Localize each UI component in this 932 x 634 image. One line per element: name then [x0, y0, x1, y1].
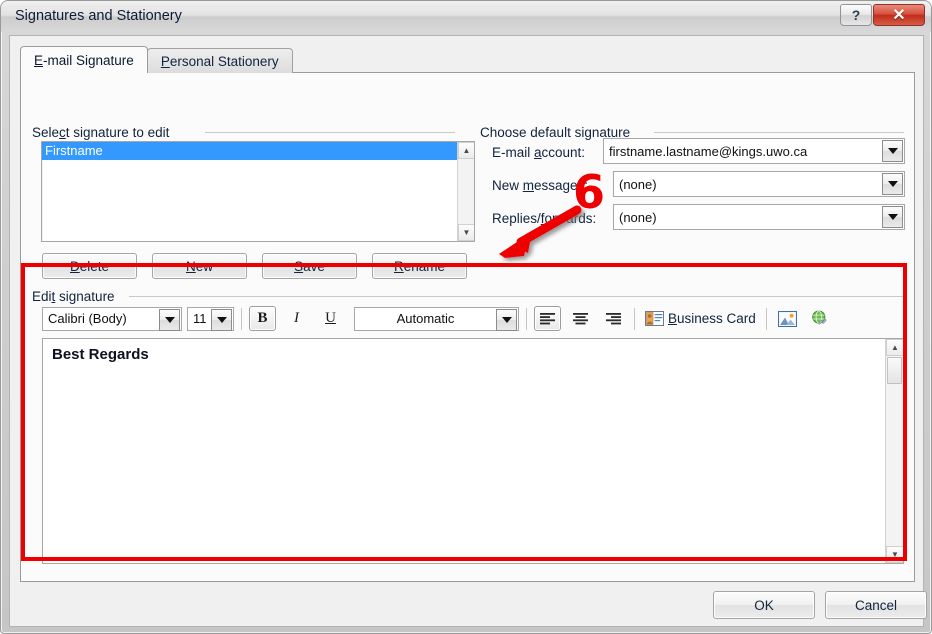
align-center-button[interactable] [567, 306, 594, 331]
font-size-dropdown-button[interactable] [211, 308, 232, 331]
default-signature-group-rule [654, 132, 904, 133]
save-signature-label: Save [294, 258, 325, 274]
underline-button[interactable]: U [317, 306, 344, 331]
tab-personal-stationery-label: Personal Stationery [160, 53, 279, 69]
tab-email-signature-label: E-mail Signature [34, 52, 134, 68]
font-color-dropdown-button[interactable] [496, 308, 517, 331]
scroll-down-icon[interactable]: ▼ [886, 546, 903, 563]
new-signature-button[interactable]: New [152, 253, 247, 279]
font-name-dropdown-button[interactable] [159, 308, 180, 331]
font-name-value: Calibri (Body) [48, 311, 127, 326]
scrollbar-thumb[interactable] [887, 357, 902, 384]
toolbar-separator [634, 307, 635, 330]
insert-picture-icon [777, 310, 797, 327]
select-signature-group-label: Select signature to edit [32, 125, 170, 140]
business-card-button[interactable]: Business Card [642, 307, 759, 331]
tab-panel-email-signature: Select signature to edit Firstname ▲ ▼ D… [20, 72, 915, 582]
insert-picture-button[interactable] [774, 306, 801, 331]
scroll-up-icon[interactable]: ▲ [886, 339, 903, 356]
font-name-combo[interactable]: Calibri (Body) [42, 306, 182, 331]
help-button[interactable]: ? [840, 4, 872, 26]
edit-signature-group-rule [129, 296, 904, 297]
ok-label: OK [754, 597, 774, 613]
chevron-down-icon [887, 181, 898, 187]
chevron-down-icon [887, 148, 898, 154]
tab-strip: E-mail Signature Personal Stationery [20, 46, 915, 73]
underline-icon: U [325, 310, 336, 326]
email-account-value: firstname.lastname@kings.uwo.ca [609, 143, 808, 159]
font-color-combo[interactable]: Automatic [354, 306, 519, 331]
chevron-down-icon [501, 316, 512, 323]
new-messages-dropdown-button[interactable] [882, 173, 903, 195]
business-card-label: Business Card [668, 311, 756, 326]
scroll-up-icon[interactable]: ▲ [458, 142, 474, 159]
signature-list-scrollbar[interactable]: ▲ ▼ [457, 142, 474, 241]
italic-button[interactable]: I [283, 306, 310, 331]
new-messages-value: (none) [619, 176, 657, 192]
insert-hyperlink-button[interactable] [807, 306, 834, 331]
cancel-label: Cancel [854, 597, 898, 613]
new-signature-label: New [185, 258, 213, 274]
toolbar-separator [241, 307, 242, 330]
tab-personal-stationery[interactable]: Personal Stationery [146, 48, 293, 73]
signature-edit-scrollbar[interactable]: ▲ ▼ [885, 339, 903, 563]
align-left-button[interactable] [534, 306, 561, 331]
cancel-button[interactable]: Cancel [825, 591, 927, 619]
font-size-combo[interactable]: 11 [187, 306, 234, 331]
bold-icon: B [257, 310, 268, 326]
insert-hyperlink-icon [812, 310, 827, 325]
align-center-icon [573, 312, 588, 324]
edit-signature-group-label: Edit signature [32, 289, 115, 304]
chevron-down-icon [887, 214, 898, 220]
toolbar-separator [526, 307, 527, 330]
chevron-down-icon [164, 316, 175, 323]
select-signature-group-rule [205, 132, 455, 133]
delete-signature-label: Delete [69, 258, 110, 274]
new-messages-combo[interactable]: (none) [613, 171, 905, 197]
save-signature-button[interactable]: Save [262, 253, 357, 279]
font-color-value: Automatic [396, 311, 455, 326]
email-account-dropdown-button[interactable] [882, 140, 903, 162]
align-right-button[interactable] [600, 306, 627, 331]
email-account-label: E-mail account: [492, 145, 586, 160]
list-item[interactable]: Firstname [42, 142, 474, 160]
bold-button[interactable]: B [249, 306, 276, 331]
window-title: Signatures and Stationery [15, 8, 182, 24]
window-controls: ? ✕ [839, 4, 925, 27]
signatures-stationery-dialog: Signatures and Stationery ? ✕ E-mail Sig… [0, 0, 932, 634]
font-size-value: 11 [193, 311, 207, 326]
email-account-combo[interactable]: firstname.lastname@kings.uwo.ca [603, 138, 905, 164]
dialog-client-area: E-mail Signature Personal Stationery Sel… [9, 35, 927, 627]
toolbar-separator [765, 307, 767, 330]
business-card-icon [645, 311, 664, 326]
scroll-down-icon[interactable]: ▼ [458, 224, 474, 241]
rename-signature-label: Rename [393, 258, 446, 274]
replies-forwards-dropdown-button[interactable] [882, 206, 903, 228]
chevron-down-icon [216, 316, 227, 323]
replies-forwards-combo[interactable]: (none) [613, 204, 905, 230]
title-bar: Signatures and Stationery ? ✕ [1, 1, 931, 32]
tab-email-signature[interactable]: E-mail Signature [20, 46, 148, 73]
align-right-icon [606, 312, 621, 324]
signature-content: Best Regards [52, 346, 149, 363]
signature-edit-area[interactable]: Best Regards ▲ ▼ [42, 338, 904, 564]
ok-button[interactable]: OK [713, 591, 815, 619]
align-left-icon [540, 312, 555, 324]
signature-listbox[interactable]: Firstname ▲ ▼ [41, 141, 475, 242]
rename-signature-button[interactable]: Rename [372, 253, 467, 279]
replies-forwards-value: (none) [619, 209, 657, 225]
annotation-step-number: 6 [573, 165, 606, 219]
signature-format-toolbar: Calibri (Body) 11 B I U Automatic Busine… [42, 305, 904, 332]
close-button[interactable]: ✕ [873, 4, 925, 26]
delete-signature-button[interactable]: Delete [42, 253, 137, 279]
italic-icon: I [294, 310, 299, 326]
